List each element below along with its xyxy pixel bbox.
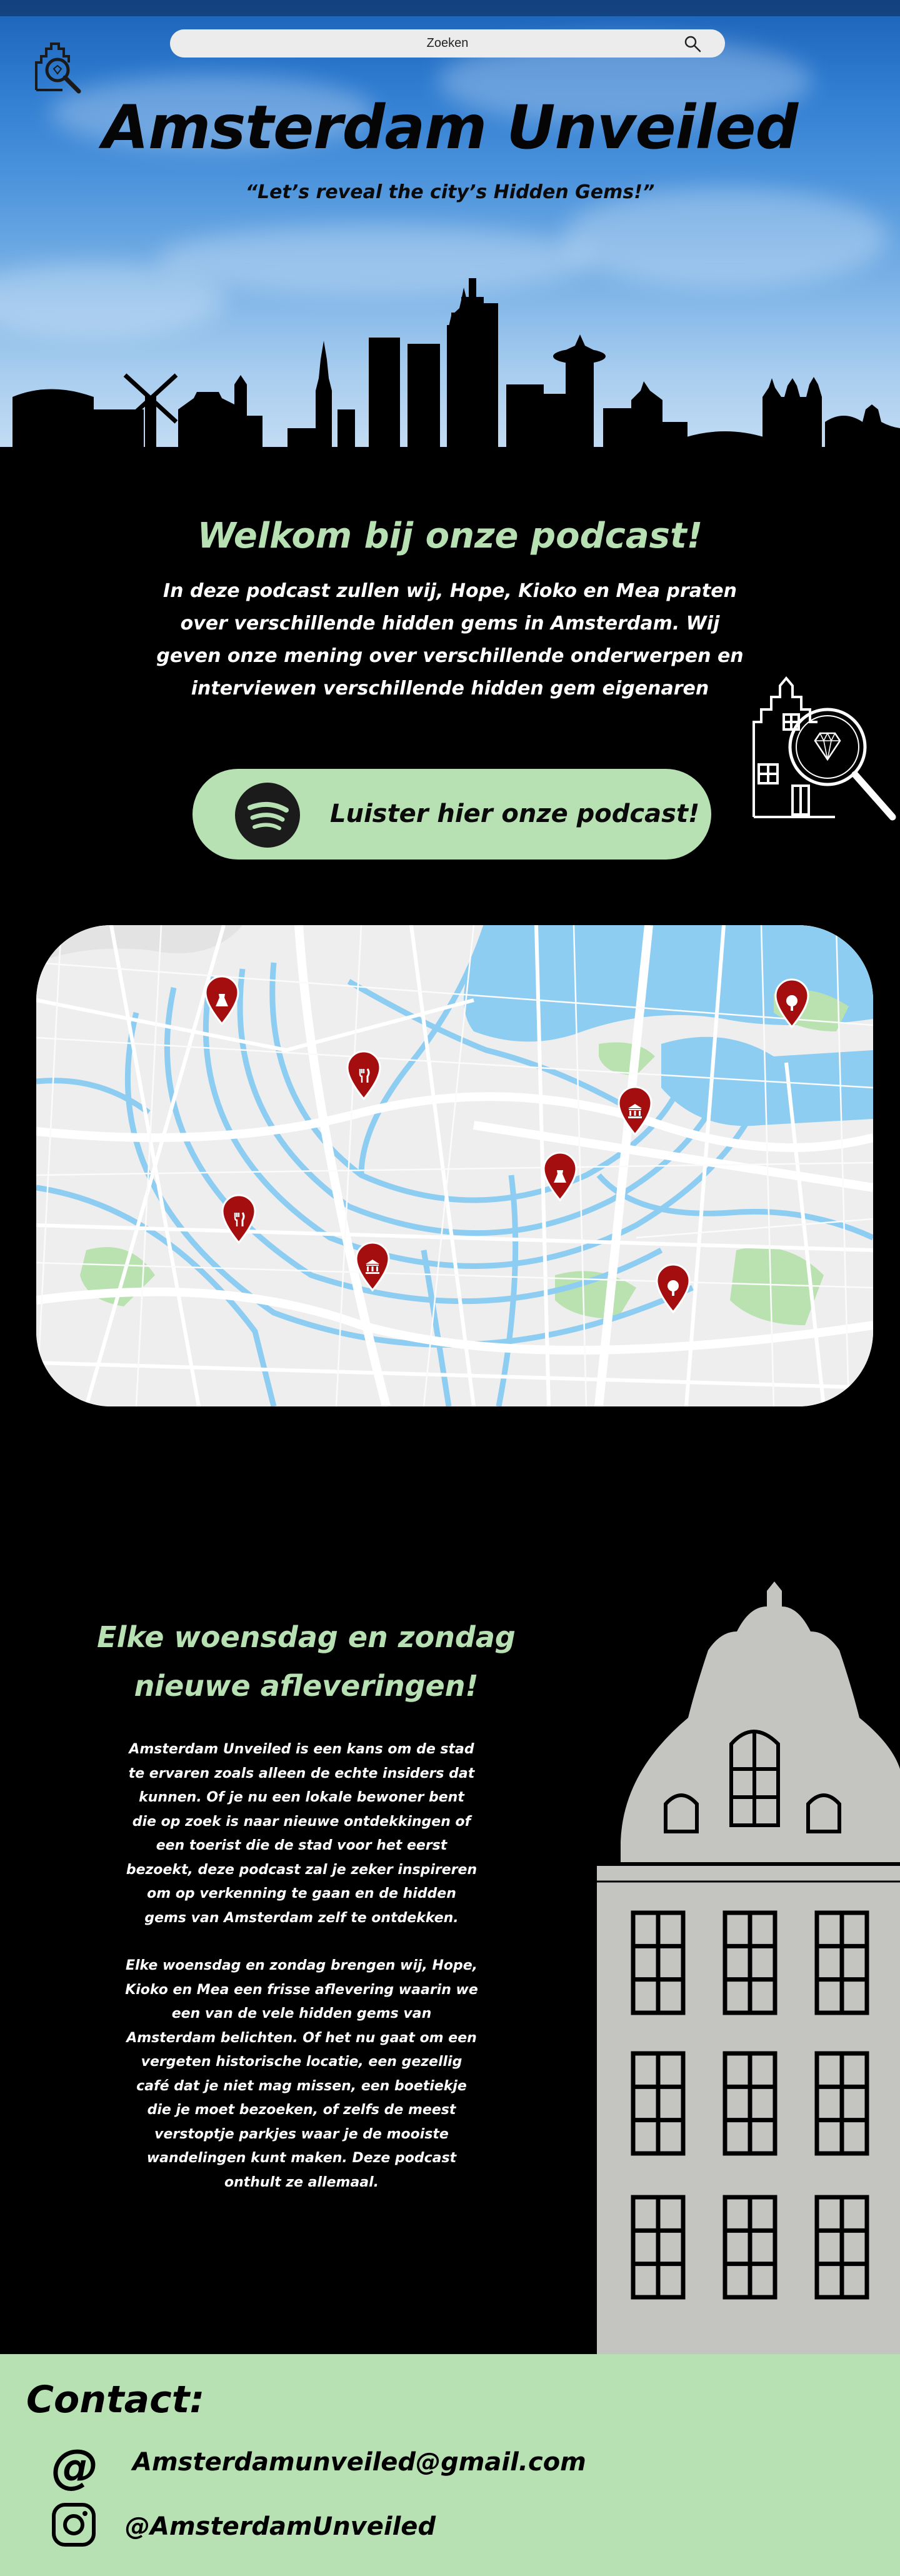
canal-house-facade <box>597 1581 900 2354</box>
contact-section: Contact: @ Amsterdamunveiled@gmail.com @… <box>0 2354 900 2576</box>
email-at-icon: @ <box>51 2438 99 2494</box>
house-magnifier-icon <box>752 676 896 821</box>
contact-title: Contact: <box>26 2378 205 2422</box>
instagram-link[interactable]: @AmsterdamUnveiled <box>125 2512 436 2541</box>
listen-podcast-label: Luister hier onze podcast! <box>330 799 700 828</box>
site-tagline: “Let’s reveal the city’s Hidden Gems!” <box>245 181 655 203</box>
search-input[interactable]: Zoeken <box>427 36 469 51</box>
logo-house-magnifier-icon[interactable] <box>30 38 84 94</box>
episodes-title-line1: Elke woensdag en zondag <box>97 1620 516 1654</box>
email-link[interactable]: Amsterdamunveiled@gmail.com <box>132 2448 586 2477</box>
episodes-section: Elke woensdag en zondag nieuwe afleverin… <box>0 1556 900 2354</box>
map-section <box>0 925 900 1556</box>
amsterdam-skyline-silhouette <box>0 278 900 466</box>
welcome-text: In deze podcast zullen wij, Hope, Kioko … <box>156 580 744 699</box>
instagram-icon[interactable] <box>51 2502 96 2547</box>
search-bar[interactable]: Zoeken <box>170 29 725 58</box>
episodes-paragraph: Elke woensdag en zondag brengen wij, Hop… <box>125 1958 478 2190</box>
episodes-title-line2: nieuwe afleveringen! <box>134 1669 479 1703</box>
episodes-paragraph: Amsterdam Unveiled is een kans om de sta… <box>126 1742 478 1926</box>
spotify-icon <box>235 783 300 848</box>
welcome-title: Welkom bij onze podcast! <box>197 516 703 556</box>
hero-section: Zoeken Amsterdam Unveiled “Let’s reveal … <box>0 0 900 466</box>
amsterdam-map[interactable] <box>36 925 873 1406</box>
episodes-text: Amsterdam Unveiled is een kans om de sta… <box>125 1738 478 2218</box>
episodes-title: Elke woensdag en zondag nieuwe afleverin… <box>75 1613 538 1710</box>
listen-podcast-button[interactable]: Luister hier onze podcast! <box>192 769 711 860</box>
search-icon[interactable] <box>684 35 701 53</box>
site-title: Amsterdam Unveiled <box>102 93 798 163</box>
browser-top-bar <box>0 0 900 16</box>
welcome-section: Welkom bij onze podcast! In deze podcast… <box>0 466 900 925</box>
